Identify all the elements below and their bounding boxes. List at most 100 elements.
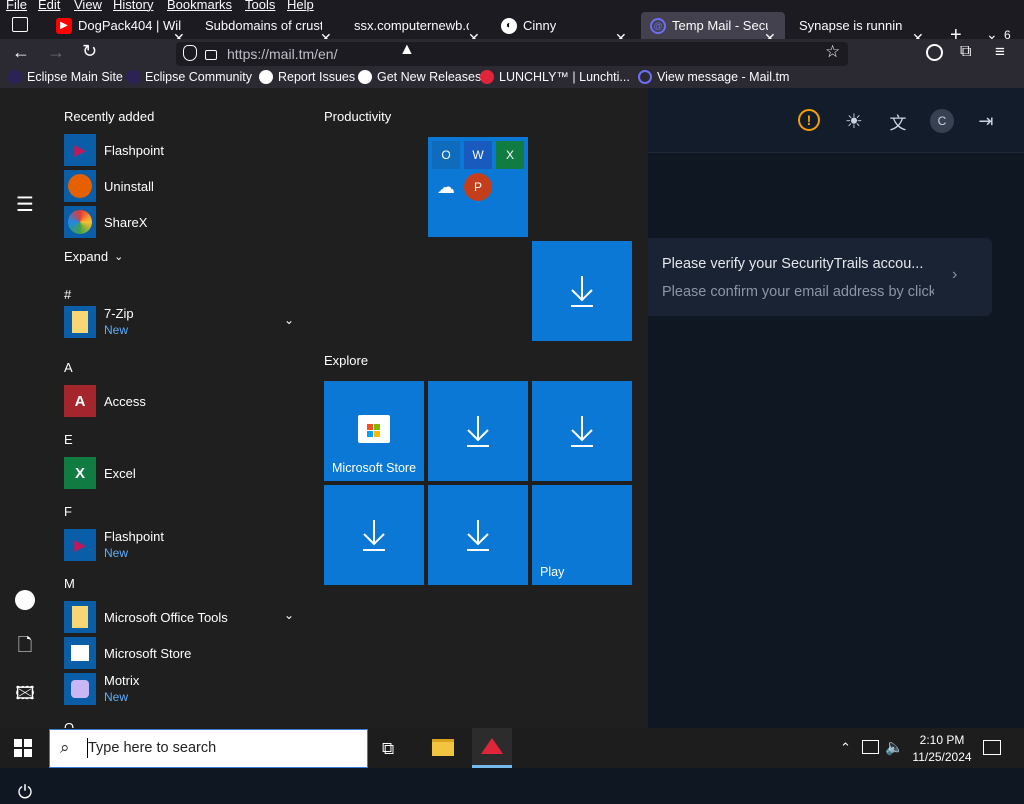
sun-icon[interactable]: ☀ xyxy=(842,109,866,133)
menu-tools[interactable]: Tools xyxy=(245,0,275,12)
bookmark-lunchly[interactable]: LUNCHLY™ | Lunchti... xyxy=(480,70,630,84)
letter-header-o[interactable]: O xyxy=(64,720,74,728)
download-icon xyxy=(571,416,593,447)
network-icon[interactable] xyxy=(862,740,879,754)
download-tile[interactable] xyxy=(324,485,424,585)
volume-muted-icon[interactable]: 🔈 xyxy=(885,738,904,756)
tab-subdomains[interactable]: Subdomains of crusty xyxy=(205,12,322,39)
account-icon[interactable] xyxy=(926,44,943,61)
app-microsoft-office-tools[interactable]: Microsoft Office Tools ⌄ xyxy=(64,600,304,634)
avatar[interactable]: C xyxy=(930,109,954,133)
message-subject: Please verify your SecurityTrails accou.… xyxy=(662,256,924,272)
app-7zip[interactable]: 7-Zip New ⌄ xyxy=(64,305,304,339)
play-tile[interactable]: Play xyxy=(532,485,632,585)
download-tile[interactable] xyxy=(428,381,528,481)
menu-edit[interactable]: Edit xyxy=(38,0,60,12)
mailtm-header xyxy=(648,88,1024,153)
shield-icon[interactable] xyxy=(183,45,197,61)
show-hidden-icons-icon[interactable]: ⌃ xyxy=(840,740,851,756)
extensions-icon[interactable]: ⧉ xyxy=(960,43,971,61)
menu-bar: File Edit View History Bookmarks Tools H… xyxy=(0,0,1024,12)
clock[interactable]: 2:10 PM 11/25/2024 xyxy=(902,732,982,766)
app-flashpoint[interactable]: ▶ Flashpoint New xyxy=(64,528,304,562)
productivity-label: Productivity xyxy=(324,109,392,124)
microsoft-store-tile[interactable]: Microsoft Store xyxy=(324,381,424,481)
menu-file[interactable]: File xyxy=(6,0,27,12)
menu-history[interactable]: History xyxy=(113,0,153,12)
back-icon[interactable]: ← xyxy=(12,42,30,63)
store-icon xyxy=(358,415,390,443)
app-flashpoint-recent[interactable]: ▶ Flashpoint xyxy=(64,133,304,167)
search-placeholder[interactable]: Type here to search xyxy=(88,740,216,756)
outlook-icon: O xyxy=(432,141,460,169)
translate-icon[interactable]: 文 xyxy=(886,109,910,133)
file-explorer-icon[interactable] xyxy=(432,739,454,756)
power-icon[interactable]: ⏻ xyxy=(13,780,37,804)
letter-header-hash[interactable]: # xyxy=(64,287,71,302)
excel-icon: X xyxy=(64,457,96,489)
alert-icon[interactable]: ! xyxy=(798,109,820,131)
letter-header-e[interactable]: E xyxy=(64,432,73,447)
forward-icon[interactable]: → xyxy=(47,42,65,63)
excel-icon: X xyxy=(496,141,524,169)
app-access[interactable]: A Access xyxy=(64,384,304,418)
cinny-icon: ◐ xyxy=(501,17,517,34)
youtube-icon: ▶ xyxy=(56,17,72,34)
clock-time: 2:10 PM xyxy=(919,733,965,747)
access-icon: A xyxy=(64,385,96,417)
app-sharex[interactable]: ShareX xyxy=(64,205,304,239)
taskbar-app-active[interactable] xyxy=(472,728,512,768)
letter-header-f[interactable]: F xyxy=(64,504,72,519)
menu-bookmarks[interactable]: Bookmarks xyxy=(167,0,232,12)
sharex-icon xyxy=(64,206,96,238)
hamburger-icon[interactable]: ☰ xyxy=(13,192,37,216)
app-microsoft-store[interactable]: Microsoft Store xyxy=(64,636,304,670)
menu-help[interactable]: Help xyxy=(287,0,314,12)
recently-added-label: Recently added xyxy=(64,109,155,124)
folder-icon xyxy=(64,601,96,633)
bookmark-star-icon[interactable]: ☆ xyxy=(825,42,840,62)
logout-icon[interactable]: ⇥ xyxy=(974,109,998,133)
app-motrix[interactable]: Motrix New xyxy=(64,672,304,706)
pictures-icon[interactable]: 🖾 xyxy=(13,683,37,708)
reload-icon[interactable]: ↻ xyxy=(82,41,97,62)
bookmark-get-new-releases[interactable]: Get New Releases xyxy=(358,70,481,84)
task-view-icon[interactable]: ⧉ xyxy=(382,739,394,759)
office-apps-tile[interactable]: O W X ☁ P xyxy=(428,137,528,237)
windows-start-icon[interactable] xyxy=(14,739,32,757)
message-item[interactable] xyxy=(648,238,992,316)
hamburger-menu-icon[interactable]: ≡ xyxy=(995,42,1005,62)
mailtm-icon: @ xyxy=(650,17,666,34)
chevron-down-icon[interactable]: ⌄ xyxy=(284,313,294,327)
download-tile[interactable] xyxy=(532,241,632,341)
bookmark-view-message[interactable]: View message - Mail.tm xyxy=(638,70,789,84)
notifications-icon[interactable] xyxy=(983,740,1001,755)
letter-header-m[interactable]: M xyxy=(64,576,75,591)
tab-ssx[interactable]: ssx.computernewb.cc xyxy=(354,12,469,39)
menu-view[interactable]: View xyxy=(74,0,102,12)
lock-icon[interactable] xyxy=(205,50,217,60)
flashpoint-icon: ▶ xyxy=(64,134,96,166)
motrix-icon xyxy=(64,673,96,705)
documents-icon[interactable]: 🗋 xyxy=(13,635,37,660)
tab-youtube[interactable]: ▶ DogPack404 | Wil xyxy=(56,12,186,39)
store-icon xyxy=(64,637,96,669)
download-tile[interactable] xyxy=(428,485,528,585)
download-icon xyxy=(467,416,489,447)
user-icon[interactable] xyxy=(13,588,37,612)
bookmark-report-issues[interactable]: Report Issues xyxy=(259,70,355,84)
url-text[interactable]: https://mail.tm/en/ xyxy=(227,46,337,62)
bookmark-eclipse-community[interactable]: Eclipse Community xyxy=(126,70,252,84)
tab-manager-icon[interactable] xyxy=(12,17,28,32)
message-preview: Please confirm your email address by cli… xyxy=(662,284,934,300)
expand-button[interactable]: Expand ⌄ xyxy=(64,240,304,272)
tab-cinny[interactable]: ◐ Cinny xyxy=(501,12,611,39)
app-excel[interactable]: X Excel xyxy=(64,456,304,490)
download-tile[interactable] xyxy=(532,381,632,481)
tab-synapse[interactable]: Synapse is running xyxy=(799,12,903,39)
letter-header-a[interactable]: A xyxy=(64,360,73,375)
bookmark-eclipse-main[interactable]: Eclipse Main Site xyxy=(8,70,123,84)
app-uninstall[interactable]: Uninstall xyxy=(64,169,304,203)
mailtm-icon xyxy=(638,70,652,84)
chevron-down-icon[interactable]: ⌄ xyxy=(284,608,294,622)
